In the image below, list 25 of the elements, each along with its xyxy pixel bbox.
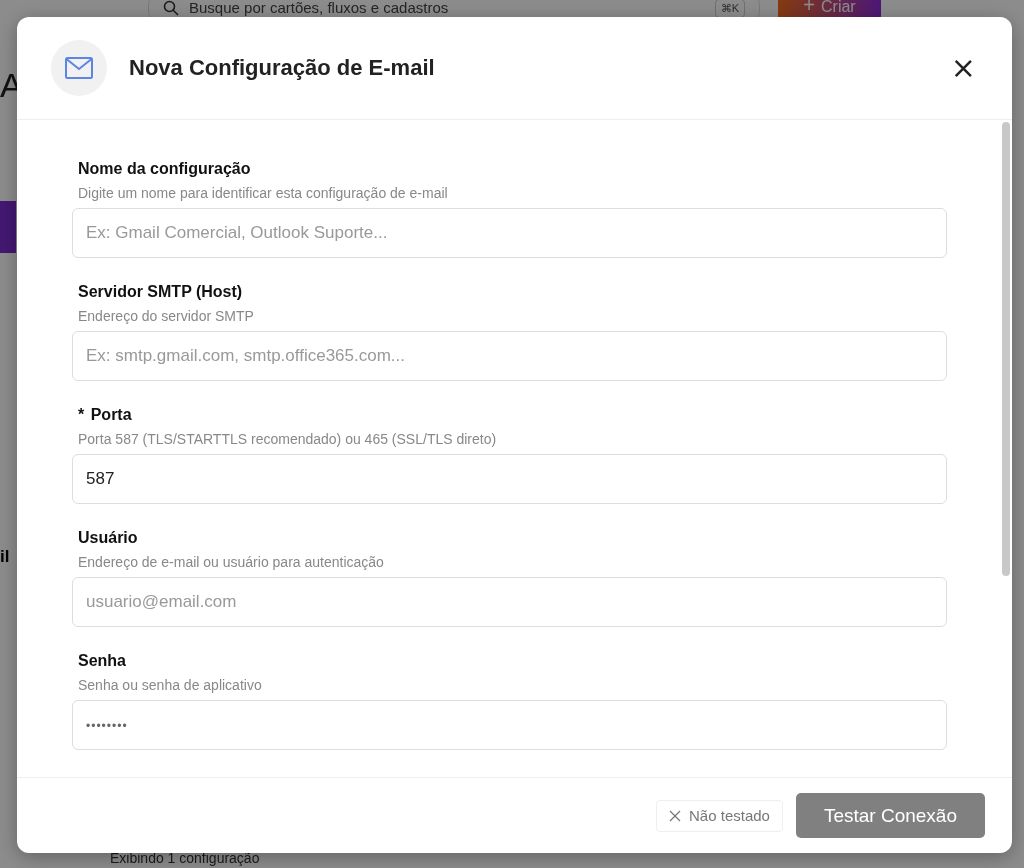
sidebar-item[interactable] (0, 201, 16, 253)
field-label: Servidor SMTP (Host) (77, 283, 243, 301)
help-text: Porta 587 (TLS/STARTTLS recomendado) ou 465 (SSL/TLS direto) (77, 431, 497, 447)
field-label: Usuário (77, 529, 138, 547)
field-label: Senha (77, 652, 126, 670)
dialog-title: Nova Configuração de E-mail (129, 55, 436, 81)
input-field[interactable]: usuario@email.com (72, 577, 947, 627)
envelope-icon (65, 57, 93, 79)
input-field[interactable]: •••••••• (72, 700, 947, 750)
help-text: Digite um nome para identificar esta configuração de e-mail (77, 185, 448, 201)
help-text: Endereço do servidor SMTP (77, 308, 254, 324)
field-label: * Porta (77, 406, 132, 424)
input-field[interactable]: Ex: Gmail Comercial, Outlook Suporte... (72, 208, 947, 258)
footer-text: Exibindo 1 configuração (110, 850, 260, 866)
close-button[interactable]: × (946, 53, 980, 83)
cross-icon (669, 809, 682, 822)
help-text: Endereço de e-mail ou usuário para autenticação (77, 554, 384, 570)
input-field[interactable]: 587 (72, 454, 947, 504)
list-item-text: il (0, 547, 10, 567)
help-text: Senha ou senha de aplicativo (77, 677, 262, 693)
input-field[interactable]: Ex: smtp.gmail.com, smtp.office365.com... (72, 331, 947, 381)
field-label: Nome da configuração (77, 160, 251, 178)
scrollbar[interactable] (1002, 122, 1010, 576)
status-badge: Não testado (656, 799, 783, 832)
search-icon (163, 0, 179, 16)
